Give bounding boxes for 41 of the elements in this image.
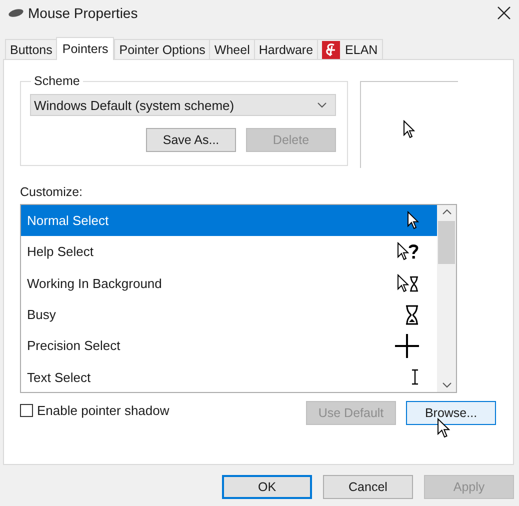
tab[interactable]: ELAN xyxy=(317,39,383,59)
text-cursor-icon xyxy=(411,369,419,386)
crosshair-icon xyxy=(395,334,419,358)
chevron-down-icon xyxy=(317,102,327,108)
help-cursor-icon xyxy=(397,242,419,262)
dialog-button[interactable]: Cancel xyxy=(323,475,413,499)
working-cursor-icon xyxy=(397,274,419,293)
chevron-up-icon[interactable] xyxy=(442,209,452,215)
scheme-button[interactable]: Save As... xyxy=(146,128,236,152)
cursor-list-item[interactable]: Help Select xyxy=(21,236,437,268)
cursor-list-item[interactable]: Precision Select xyxy=(21,330,437,362)
cursor-list-item[interactable]: Busy xyxy=(21,298,437,330)
cursor-name: Help Select xyxy=(27,244,94,260)
cursor-list-item[interactable]: Working In Background xyxy=(21,268,437,299)
cursor-name: Normal Select xyxy=(27,213,109,228)
tab[interactable]: Pointer Options xyxy=(114,39,210,59)
close-icon[interactable] xyxy=(497,6,511,20)
mouse-icon xyxy=(8,8,24,18)
scrollbar-thumb[interactable] xyxy=(438,221,455,264)
customize-label: Customize: xyxy=(20,185,84,199)
tab[interactable]: Pointers xyxy=(56,37,114,60)
arrow-cursor-icon xyxy=(407,211,419,230)
list-button[interactable]: Browse... xyxy=(406,401,496,425)
cursor-name: Working In Background xyxy=(27,276,162,291)
dialog-button[interactable]: OK xyxy=(222,475,312,499)
scheme-dropdown[interactable]: Windows Default (system scheme) xyxy=(30,94,336,116)
arrow-cursor-icon xyxy=(403,120,415,139)
cursor-name: Busy xyxy=(27,307,56,322)
checkbox[interactable] xyxy=(20,404,33,417)
chevron-down-icon[interactable] xyxy=(442,382,452,388)
cursor-list-item[interactable]: Normal Select xyxy=(21,205,437,236)
cursor-name: Text Select xyxy=(27,370,91,385)
scrollbar[interactable] xyxy=(437,205,456,392)
checkbox-label: Enable pointer shadow xyxy=(37,403,170,418)
cursor-name: Precision Select xyxy=(27,338,120,354)
hourglass-icon xyxy=(405,304,419,325)
group-label: Scheme xyxy=(33,74,81,88)
window-title: Mouse Properties xyxy=(28,5,139,21)
tab[interactable]: Buttons xyxy=(5,39,58,59)
cursor-list-item[interactable]: Text Select xyxy=(21,361,437,393)
mouse-pointer-icon xyxy=(437,418,450,439)
